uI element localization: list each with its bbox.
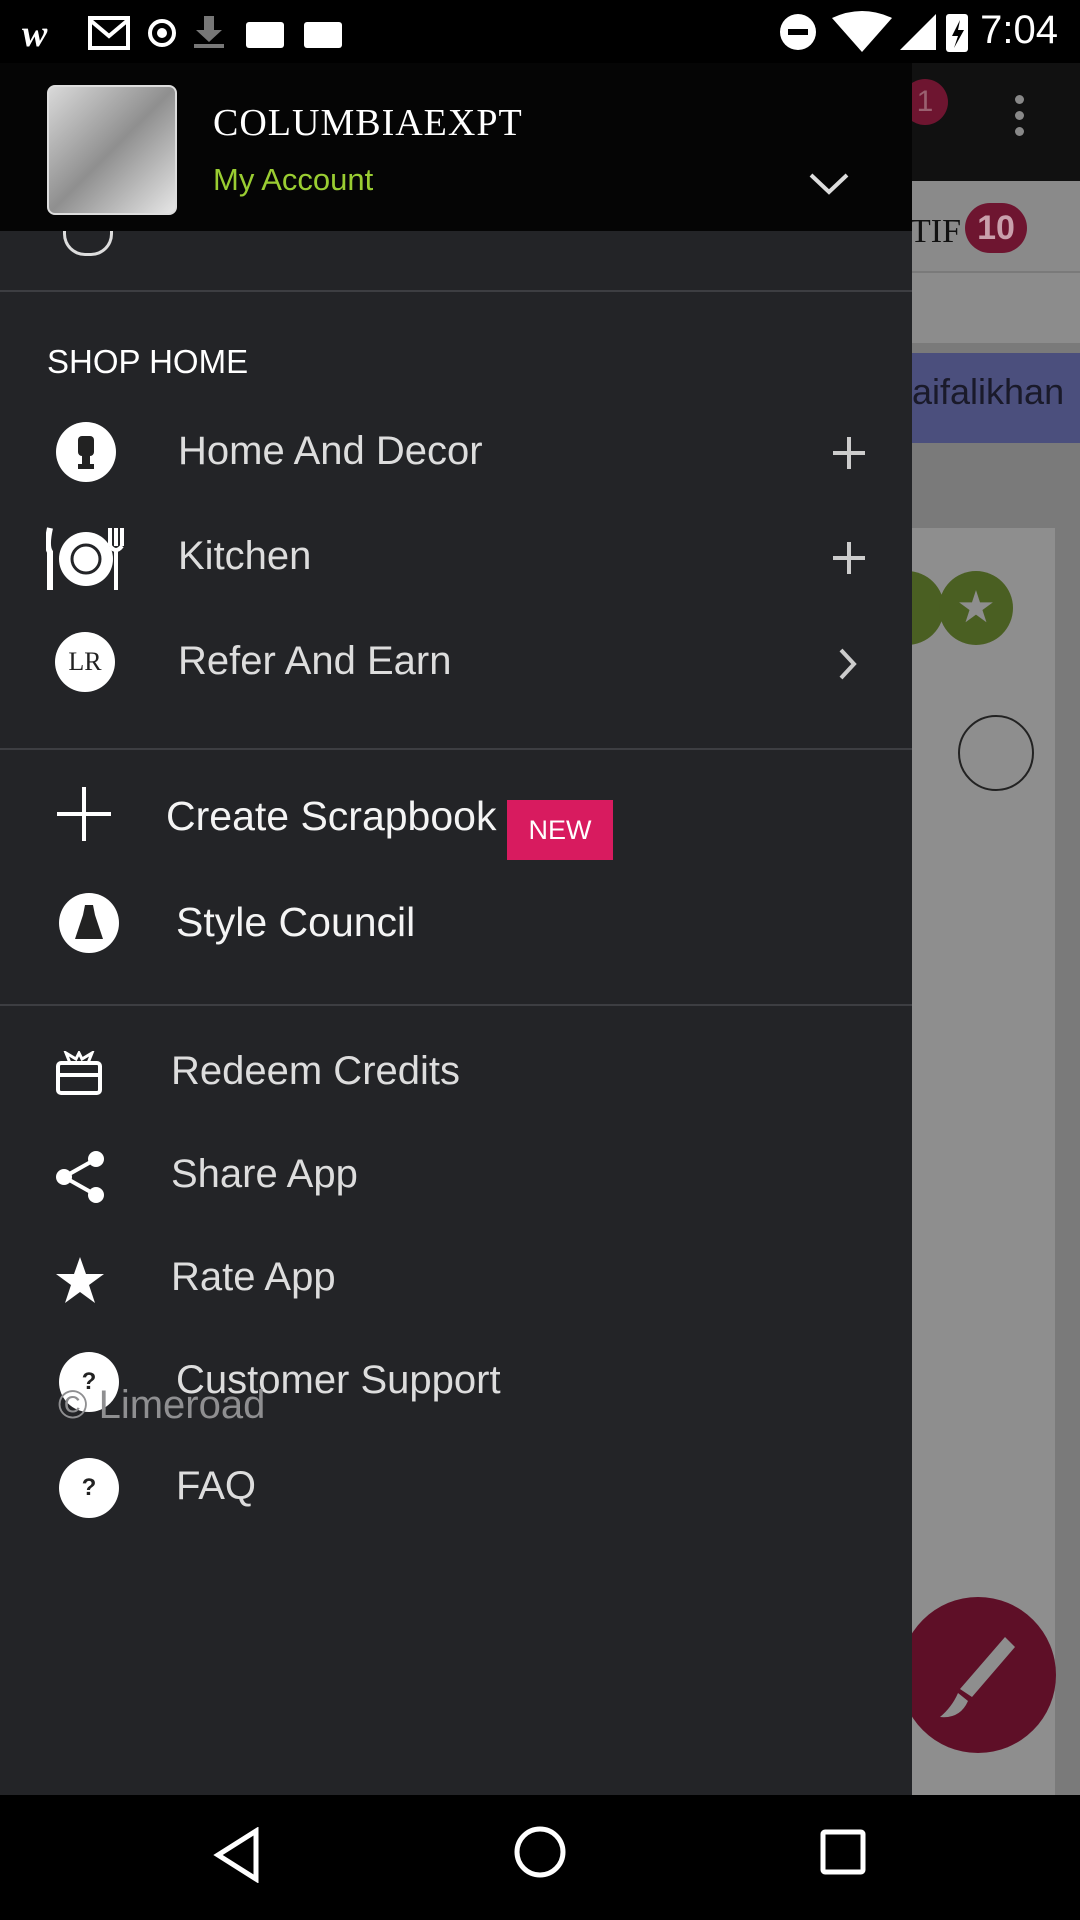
bg-tab-label: TIF xyxy=(910,213,961,250)
clock: 7:04 xyxy=(980,8,1058,52)
bg-strip xyxy=(910,273,1080,343)
help-icon: ? xyxy=(59,1458,119,1518)
tab-badge: 10 xyxy=(965,203,1027,253)
section-title: SHOP HOME xyxy=(47,343,249,380)
brush-fab xyxy=(910,1597,1056,1753)
navigation-drawer: COLUMBIAEXPT My Account SHOP HOME Home A… xyxy=(0,63,912,1795)
create-scrapbook-label: Create Scrapbook xyxy=(166,793,497,839)
style-council-button[interactable]: Style Council xyxy=(0,873,912,973)
drawer-item-share-app[interactable]: Share App xyxy=(0,1126,912,1226)
drawer-item-faq[interactable]: ? FAQ xyxy=(0,1438,912,1538)
drawer-item-label: FAQ xyxy=(176,1464,257,1508)
lamp-icon xyxy=(56,422,116,482)
background-app: 1 TIF 10 aifalikhan ★ xyxy=(910,63,1080,1795)
create-scrapbook-button[interactable]: Create Scrapbook xyxy=(0,763,912,869)
system-status-icons xyxy=(780,11,968,52)
cart-badge: 1 xyxy=(910,79,948,125)
star-icon: ★ xyxy=(939,571,1013,645)
drawer-item-redeem-credits[interactable]: Redeem Credits xyxy=(0,1023,912,1123)
plus-icon[interactable] xyxy=(832,436,866,470)
bg-banner-text: aifalikhan xyxy=(912,371,1065,412)
divider xyxy=(0,290,912,292)
star-icon xyxy=(56,1257,104,1303)
drawer-item-label: Refer And Earn xyxy=(178,639,452,683)
svg-text:w: w xyxy=(22,14,48,50)
plus-icon xyxy=(57,787,111,841)
overflow-menu-icon xyxy=(1015,95,1025,145)
copyright-footer: © Limeroad xyxy=(58,1383,266,1427)
back-icon[interactable] xyxy=(212,1827,262,1883)
username: COLUMBIAEXPT xyxy=(213,102,523,144)
divider xyxy=(0,1004,912,1006)
drawer-item-label: Share App xyxy=(171,1152,358,1196)
avatar[interactable] xyxy=(47,85,177,215)
dress-icon xyxy=(59,893,119,953)
drawer-item-label: Rate App xyxy=(171,1255,336,1299)
drawer-item-label: Redeem Credits xyxy=(171,1049,461,1093)
drawer-item-rate-app[interactable]: Rate App xyxy=(0,1229,912,1329)
chevron-right-icon[interactable] xyxy=(838,647,858,681)
drawer-item-label: Kitchen xyxy=(178,534,312,578)
brush-icon xyxy=(940,1637,1015,1718)
plate-fork-knife-icon xyxy=(46,527,124,590)
share-icon xyxy=(56,1151,104,1203)
divider xyxy=(0,748,912,750)
chevron-down-icon[interactable] xyxy=(808,171,850,197)
drawer-header[interactable]: COLUMBIAEXPT My Account xyxy=(0,63,912,231)
drawer-item-label: Home And Decor xyxy=(178,429,483,473)
drawer-item-home-and-decor[interactable]: Home And Decor xyxy=(0,403,912,503)
bg-banner: aifalikhan xyxy=(910,353,1080,443)
recents-icon[interactable] xyxy=(820,1829,866,1875)
exclusive-stamp-icon xyxy=(958,715,1034,791)
new-badge: NEW xyxy=(507,800,613,860)
partial-item-icon xyxy=(63,231,113,256)
system-nav-bar xyxy=(0,1795,1080,1920)
style-council-label: Style Council xyxy=(176,899,416,945)
drawer-item-kitchen[interactable]: Kitchen xyxy=(0,508,912,608)
bg-app-header: 1 xyxy=(910,63,1080,181)
status-bar: w 7:04 xyxy=(0,0,1080,63)
notification-icons: w xyxy=(22,14,342,50)
gift-card-icon xyxy=(56,1051,102,1095)
plus-icon[interactable] xyxy=(832,541,866,575)
home-icon[interactable] xyxy=(513,1825,567,1879)
drawer-item-refer-and-earn[interactable]: LR Refer And Earn xyxy=(0,613,912,713)
lr-logo-icon: LR xyxy=(55,632,115,692)
my-account-link[interactable]: My Account xyxy=(213,162,373,198)
